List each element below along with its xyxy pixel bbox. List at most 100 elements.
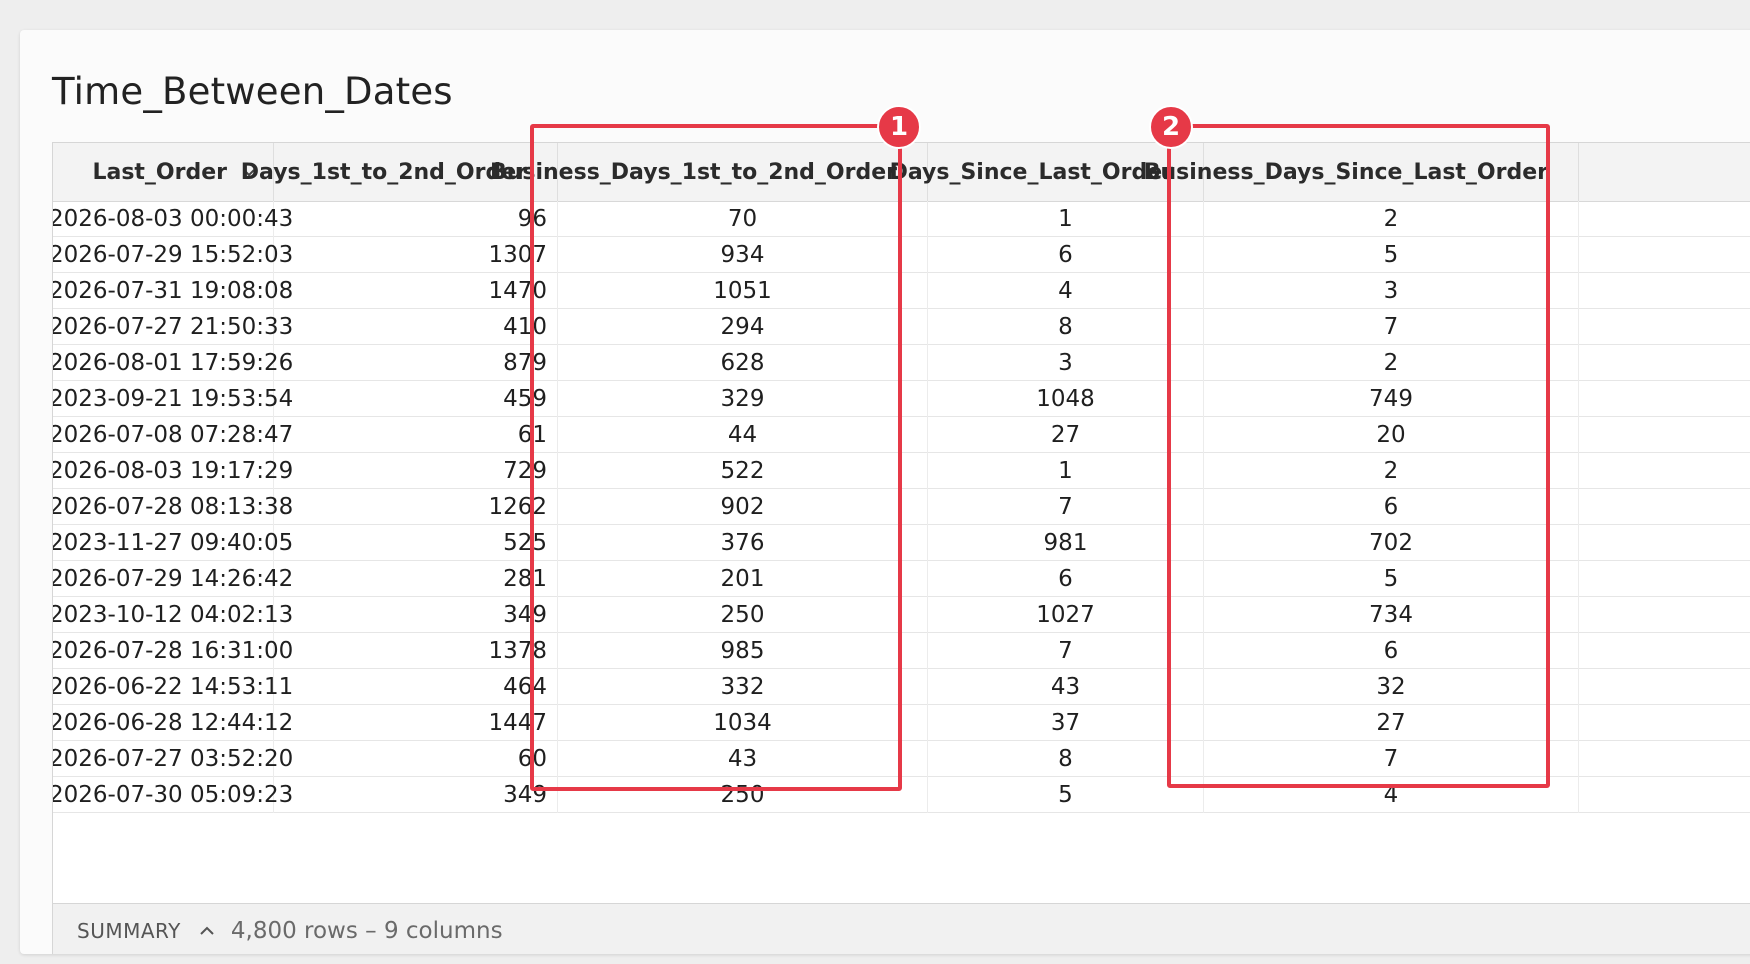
table-row[interactable]: 2026-07-28 08:13:38 1262 902 7 6	[53, 489, 1750, 525]
cell-days-since-last-order: 37	[928, 705, 1204, 741]
cell-days-since-last-order: 27	[928, 417, 1204, 453]
table-row[interactable]: 2026-07-31 19:08:08 1470 1051 4 3	[53, 273, 1750, 309]
cell-business-days-since-last-order: 27	[1204, 705, 1579, 741]
cell-business-days-1st-to-2nd-order: 934	[558, 237, 928, 273]
table-row[interactable]: 2026-07-29 15:52:03 1307 934 6 5	[53, 237, 1750, 273]
table-row[interactable]: 2026-07-27 03:52:20 60 43 8 7	[53, 741, 1750, 777]
table-row[interactable]: 2023-09-21 19:53:54 459 329 1048 749	[53, 381, 1750, 417]
cell-days-since-last-order: 3	[928, 345, 1204, 381]
summary-label: SUMMARY	[77, 919, 181, 943]
table-row[interactable]: 2026-08-01 17:59:26 879 628 3 2	[53, 345, 1750, 381]
column-header-business-days-since-last-order[interactable]: Business_Days_Since_Last_Order	[1144, 143, 1579, 201]
cell-business-days-since-last-order: 2	[1204, 345, 1579, 381]
cell-business-days-1st-to-2nd-order: 902	[558, 489, 928, 525]
cell-days-1st-to-2nd-order: 464	[274, 669, 558, 705]
summary-bar[interactable]: SUMMARY 4,800 rows – 9 columns	[53, 903, 1750, 954]
cell-business-days-since-last-order: 749	[1204, 381, 1579, 417]
cell-days-1st-to-2nd-order: 1262	[274, 489, 558, 525]
cell-days-since-last-order: 8	[928, 741, 1204, 777]
column-header-label: Business_Days_1st_to_2nd_Order	[489, 159, 897, 185]
cell-days-since-last-order: 1	[928, 201, 1204, 237]
cell-last-order: 2023-10-12 04:02:13	[53, 597, 293, 633]
cell-business-days-1st-to-2nd-order: 1051	[558, 273, 928, 309]
cell-business-days-since-last-order: 5	[1204, 561, 1579, 597]
cell-days-1st-to-2nd-order: 1447	[274, 705, 558, 741]
cell-last-order: 2026-06-28 12:44:12	[53, 705, 293, 741]
table-row[interactable]: 2026-06-28 12:44:12 1447 1034 37 27	[53, 705, 1750, 741]
table-row[interactable]: 2023-11-27 09:40:05 525 376 981 702	[53, 525, 1750, 561]
table-row[interactable]: 2023-10-12 04:02:13 349 250 1027 734	[53, 597, 1750, 633]
cell-last-order: 2023-11-27 09:40:05	[53, 525, 293, 561]
cell-business-days-since-last-order: 7	[1204, 741, 1579, 777]
cell-days-since-last-order: 8	[928, 309, 1204, 345]
cell-days-1st-to-2nd-order: 281	[274, 561, 558, 597]
table-row[interactable]: 2026-07-29 14:26:42 281 201 6 5	[53, 561, 1750, 597]
cell-business-days-since-last-order: 2	[1204, 453, 1579, 489]
table-row[interactable]: 2026-07-28 16:31:00 1378 985 7 6	[53, 633, 1750, 669]
cell-business-days-since-last-order: 6	[1204, 633, 1579, 669]
column-header-label: Days_Since_Last_Order	[889, 159, 1173, 185]
cell-days-1st-to-2nd-order: 459	[274, 381, 558, 417]
cell-days-since-last-order: 1048	[928, 381, 1204, 417]
cell-days-1st-to-2nd-order: 729	[274, 453, 558, 489]
cell-business-days-1st-to-2nd-order: 201	[558, 561, 928, 597]
cell-business-days-1st-to-2nd-order: 250	[558, 597, 928, 633]
cell-last-order: 2026-07-27 03:52:20	[53, 741, 293, 777]
table-title: Time_Between_Dates	[52, 70, 453, 113]
column-header-business-days-1st-to-2nd-order[interactable]: Business_Days_1st_to_2nd_Order	[490, 143, 928, 201]
cell-last-order: 2026-07-08 07:28:47	[53, 417, 293, 453]
cell-days-1st-to-2nd-order: 1378	[274, 633, 558, 669]
row-column-count: 4,800 rows – 9 columns	[230, 918, 503, 944]
cell-days-1st-to-2nd-order: 349	[274, 777, 558, 813]
cell-days-1st-to-2nd-order: 1470	[274, 273, 558, 309]
table-row[interactable]: 2026-07-30 05:09:23 349 250 5 4	[53, 777, 1750, 813]
cell-last-order: 2026-07-30 05:09:23	[53, 777, 293, 813]
cell-business-days-1st-to-2nd-order: 1034	[558, 705, 928, 741]
cell-last-order: 2026-07-31 19:08:08	[53, 273, 293, 309]
cell-business-days-1st-to-2nd-order: 376	[558, 525, 928, 561]
cell-business-days-1st-to-2nd-order: 250	[558, 777, 928, 813]
cell-business-days-since-last-order: 4	[1204, 777, 1579, 813]
cell-days-since-last-order: 7	[928, 489, 1204, 525]
cell-days-1st-to-2nd-order: 349	[274, 597, 558, 633]
cell-days-1st-to-2nd-order: 879	[274, 345, 558, 381]
cell-last-order: 2026-08-03 00:00:43	[53, 201, 293, 237]
cell-business-days-1st-to-2nd-order: 329	[558, 381, 928, 417]
table-row[interactable]: 2026-08-03 00:00:43 96 70 1 2	[53, 201, 1750, 237]
table-row[interactable]: 2026-08-03 19:17:29 729 522 1 2	[53, 453, 1750, 489]
cell-days-1st-to-2nd-order: 96	[274, 201, 558, 237]
cell-days-since-last-order: 981	[928, 525, 1204, 561]
cell-business-days-1st-to-2nd-order: 985	[558, 633, 928, 669]
cell-days-since-last-order: 6	[928, 237, 1204, 273]
table-header: Last_Order Days_1st_to_2nd_Order Busines…	[53, 143, 1750, 202]
cell-business-days-since-last-order: 2	[1204, 201, 1579, 237]
cell-days-since-last-order: 1	[928, 453, 1204, 489]
cell-days-since-last-order: 1027	[928, 597, 1204, 633]
table-row[interactable]: 2026-07-27 21:50:33 410 294 8 7	[53, 309, 1750, 345]
cell-days-1st-to-2nd-order: 410	[274, 309, 558, 345]
cell-last-order: 2026-07-28 16:31:00	[53, 633, 293, 669]
cell-days-1st-to-2nd-order: 61	[274, 417, 558, 453]
table-row[interactable]: 2026-07-08 07:28:47 61 44 27 20	[53, 417, 1750, 453]
cell-last-order: 2026-07-29 14:26:42	[53, 561, 293, 597]
cell-last-order: 2026-08-03 19:17:29	[53, 453, 293, 489]
workbook-element-card: Time_Between_Dates Last_Order Days_1st_t…	[20, 30, 1750, 954]
cell-days-since-last-order: 6	[928, 561, 1204, 597]
cell-last-order: 2026-07-29 15:52:03	[53, 237, 293, 273]
cell-days-since-last-order: 5	[928, 777, 1204, 813]
cell-business-days-1st-to-2nd-order: 294	[558, 309, 928, 345]
table-row[interactable]: 2026-06-22 14:53:11 464 332 43 32	[53, 669, 1750, 705]
cell-days-since-last-order: 7	[928, 633, 1204, 669]
cell-days-since-last-order: 43	[928, 669, 1204, 705]
column-header-label: Last_Order	[92, 159, 227, 185]
cell-business-days-since-last-order: 5	[1204, 237, 1579, 273]
chevron-up-icon[interactable]	[197, 921, 217, 941]
cell-business-days-since-last-order: 32	[1204, 669, 1579, 705]
annotation-badge-1: 1	[877, 105, 921, 149]
cell-business-days-1st-to-2nd-order: 332	[558, 669, 928, 705]
column-header-label: Business_Days_Since_Last_Order	[1143, 159, 1548, 185]
cell-days-1st-to-2nd-order: 60	[274, 741, 558, 777]
cell-business-days-1st-to-2nd-order: 628	[558, 345, 928, 381]
cell-business-days-1st-to-2nd-order: 522	[558, 453, 928, 489]
cell-last-order: 2026-07-28 08:13:38	[53, 489, 293, 525]
